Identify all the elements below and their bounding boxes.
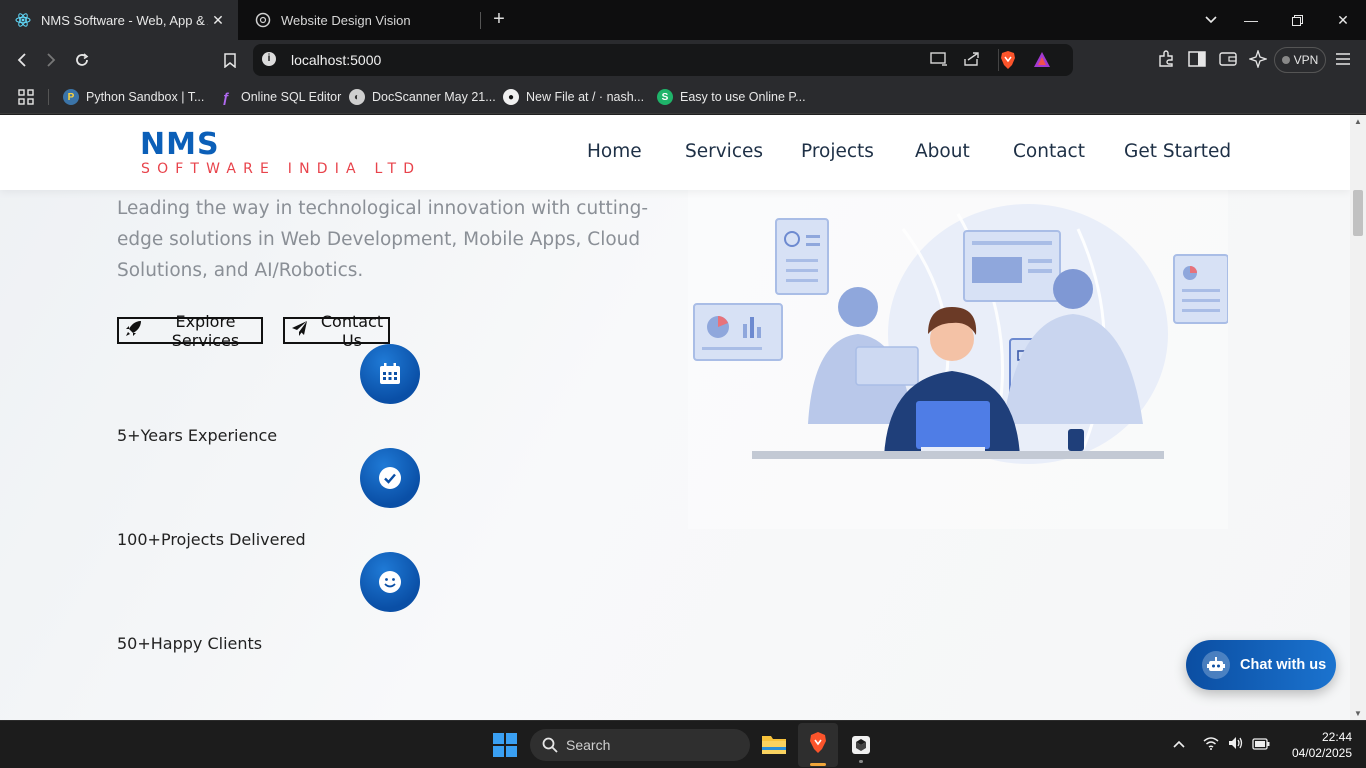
site-info-icon[interactable]: i: [262, 52, 276, 66]
tab-separator: [480, 12, 481, 29]
nav-contact[interactable]: Contact: [1013, 141, 1085, 162]
scrollbar-thumb[interactable]: [1353, 190, 1363, 236]
bookmark-online-sql-editor[interactable]: ƒ Online SQL Editor: [218, 87, 341, 107]
scroll-up-arrow-icon[interactable]: ▲: [1350, 117, 1366, 126]
stat-happy-clients: 50+Happy Clients: [117, 634, 263, 653]
active-app-indicator: [810, 763, 826, 766]
calendar-icon: [360, 344, 420, 404]
brave-shields-icon[interactable]: [999, 50, 1017, 75]
search-label: Search: [566, 737, 611, 753]
windows-taskbar: Search 22:44 04/02/2025: [0, 720, 1366, 768]
hero-illustration: [688, 189, 1229, 529]
forward-arrow-icon[interactable]: [38, 48, 64, 72]
search-icon: [542, 737, 558, 756]
app-cube-icon[interactable]: [851, 735, 871, 763]
close-window-button[interactable]: ✕: [1320, 0, 1366, 40]
sql-icon: ƒ: [222, 89, 230, 105]
windows-start-icon[interactable]: [493, 733, 517, 762]
taskbar-search[interactable]: Search: [530, 729, 750, 761]
page-scrollbar[interactable]: ▲ ▼: [1350, 115, 1366, 720]
share-icon[interactable]: [963, 51, 981, 72]
chat-label: Chat with us: [1240, 657, 1327, 673]
stat-years-experience: 5+Years Experience: [117, 426, 278, 445]
react-icon: [15, 12, 31, 28]
bookmark-python-sandbox[interactable]: P Python Sandbox | T...: [63, 87, 204, 107]
leo-ai-icon[interactable]: [1247, 48, 1269, 73]
brave-rewards-icon[interactable]: [1033, 51, 1051, 73]
site-header: NMS SOFTWARE INDIA LTD Home Services Pro…: [0, 115, 1350, 190]
nav-services[interactable]: Services: [685, 141, 763, 162]
openai-icon: [255, 12, 271, 28]
tab-title: NMS Software - Web, App & AI: [41, 12, 208, 28]
address-bar[interactable]: i localhost:5000: [253, 44, 1073, 76]
menu-icon[interactable]: [1335, 52, 1351, 71]
reload-icon[interactable]: [69, 48, 95, 72]
explore-services-label: Explore Services: [171, 311, 240, 350]
paper-plane-icon: [291, 320, 308, 341]
bookmark-icon[interactable]: [217, 48, 243, 72]
chat-with-us-button[interactable]: Chat with us: [1186, 640, 1336, 690]
sidebar-icon[interactable]: [1188, 51, 1206, 72]
bookmarks-bar: P Python Sandbox | T... ƒ Online SQL Edi…: [0, 80, 1366, 114]
taskbar-clock[interactable]: 22:44 04/02/2025: [1280, 729, 1352, 761]
apps-grid-icon[interactable]: [18, 89, 34, 110]
bookmarks-separator: [48, 89, 49, 105]
new-tab-button[interactable]: +: [488, 8, 510, 32]
docscanner-icon: ◐: [349, 89, 365, 105]
vpn-label: VPN: [1293, 53, 1319, 67]
bookmark-github-new-file[interactable]: ● New File at / · nash...: [503, 87, 644, 107]
running-app-indicator: [859, 760, 863, 763]
tab-title: Website Design Vision: [281, 12, 411, 28]
robot-icon: [1202, 651, 1230, 679]
scroll-down-arrow-icon[interactable]: ▼: [1350, 709, 1366, 718]
cast-icon[interactable]: [930, 51, 948, 72]
close-tab-icon[interactable]: ✕: [208, 12, 228, 29]
nav-about[interactable]: About: [915, 141, 970, 162]
github-icon: ●: [503, 89, 519, 105]
s-icon: S: [657, 89, 673, 105]
check-circle-icon: [360, 448, 420, 508]
stat-projects-delivered: 100+Projects Delivered: [117, 530, 306, 549]
brave-browser-icon: [808, 731, 828, 760]
tab-nms-software[interactable]: NMS Software - Web, App & AI ✕: [0, 0, 238, 40]
file-explorer-icon[interactable]: [761, 733, 787, 760]
tray-chevron-up-icon[interactable]: [1173, 735, 1185, 751]
url-text: localhost:5000: [291, 52, 382, 68]
page-viewport: NMS SOFTWARE INDIA LTD Home Services Pro…: [0, 115, 1350, 720]
bookmark-easy-online[interactable]: S Easy to use Online P...: [657, 87, 806, 107]
python-icon: P: [63, 89, 79, 105]
tab-website-design-vision[interactable]: Website Design Vision: [242, 0, 480, 40]
contact-us-label: Contact Us: [320, 311, 384, 350]
nav-projects[interactable]: Projects: [801, 141, 874, 162]
brave-taskbar-item[interactable]: [798, 723, 838, 767]
clock-date: 04/02/2025: [1291, 746, 1352, 760]
vpn-status-dot: [1281, 56, 1290, 64]
tab-bar: NMS Software - Web, App & AI ✕ Website D…: [0, 0, 1366, 40]
minimize-button[interactable]: —: [1228, 0, 1274, 40]
smile-icon: [360, 552, 420, 612]
extensions-icon[interactable]: [1157, 50, 1175, 73]
nav-home[interactable]: Home: [587, 141, 642, 162]
logo-main[interactable]: NMS: [140, 127, 220, 162]
back-arrow-icon[interactable]: [9, 48, 35, 72]
volume-icon[interactable]: [1228, 736, 1244, 753]
bookmark-docscanner[interactable]: ◐ DocScanner May 21...: [349, 87, 496, 107]
logo-subtitle: SOFTWARE INDIA LTD: [141, 161, 422, 177]
wifi-icon[interactable]: [1203, 736, 1219, 753]
battery-icon[interactable]: [1252, 737, 1270, 753]
explore-services-button[interactable]: Explore Services: [117, 312, 263, 350]
hero-description: Leading the way in technological innovat…: [117, 198, 648, 281]
restore-button[interactable]: [1274, 0, 1320, 40]
rocket-icon: [125, 320, 142, 341]
wallet-icon[interactable]: [1219, 51, 1237, 72]
contact-us-button[interactable]: Contact Us: [283, 312, 390, 350]
nav-get-started[interactable]: Get Started: [1124, 141, 1231, 162]
vpn-button[interactable]: VPN: [1274, 47, 1326, 73]
clock-time: 22:44: [1321, 730, 1352, 744]
